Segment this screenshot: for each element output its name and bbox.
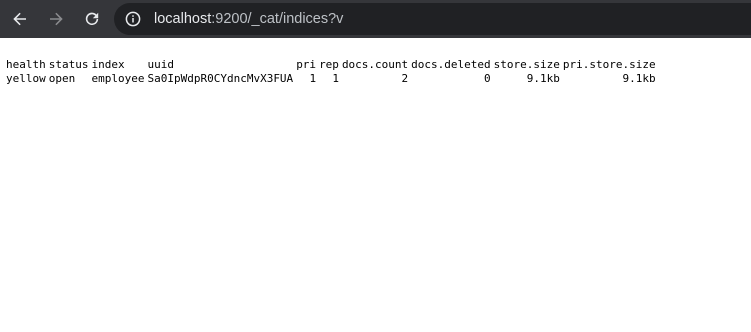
cell-index: employee: [91, 72, 145, 85]
cell-uuid: Sa0IpWdpR0CYdncMvX3FUA: [147, 72, 294, 85]
header-store-size: store.size: [493, 58, 560, 71]
reload-button[interactable]: [78, 5, 106, 33]
url-text[interactable]: localhost:9200/_cat/indices?v: [154, 3, 343, 35]
forward-button[interactable]: [42, 5, 70, 33]
cell-store-size: 9.1kb: [526, 72, 560, 85]
header-rep: rep: [319, 58, 339, 71]
back-button[interactable]: [6, 5, 34, 33]
header-pri-store-size: pri.store.size: [562, 58, 656, 71]
cell-health: yellow: [6, 72, 46, 85]
reload-icon: [85, 12, 99, 25]
cell-status: open: [48, 72, 76, 85]
table-row: yellow open employee Sa0IpWdpR0CYdncMvX3…: [6, 72, 656, 86]
arrow-right-icon: [50, 12, 63, 26]
browser-toolbar: localhost:9200/_cat/indices?v: [0, 0, 751, 38]
cell-docs-deleted: 0: [484, 72, 491, 85]
table-header-row: health status index uuid pri rep docs.co…: [6, 58, 656, 72]
header-index: index: [91, 58, 125, 71]
info-circle-icon: [125, 11, 141, 27]
url-host: localhost: [154, 11, 212, 27]
cell-pri: 1: [309, 72, 317, 85]
header-docs-deleted: docs.deleted: [411, 58, 491, 71]
url-path: :9200/_cat/indices?v: [211, 11, 344, 27]
header-status: status: [48, 58, 89, 71]
header-uuid: uuid: [147, 58, 174, 71]
cell-docs-count: 2: [401, 72, 409, 85]
cell-pri-store-size: 9.1kb: [622, 72, 656, 85]
page-content: health status index uuid pri rep docs.co…: [0, 38, 751, 332]
cat-indices-table: health status index uuid pri rep docs.co…: [6, 58, 656, 86]
header-docs-count: docs.count: [341, 58, 409, 71]
site-info-button[interactable]: [120, 6, 146, 32]
address-bar[interactable]: localhost:9200/_cat/indices?v: [114, 3, 751, 35]
arrow-left-icon: [13, 12, 26, 26]
cell-rep: 1: [332, 72, 339, 85]
header-health: health: [6, 58, 46, 71]
header-pri: pri: [296, 58, 317, 71]
